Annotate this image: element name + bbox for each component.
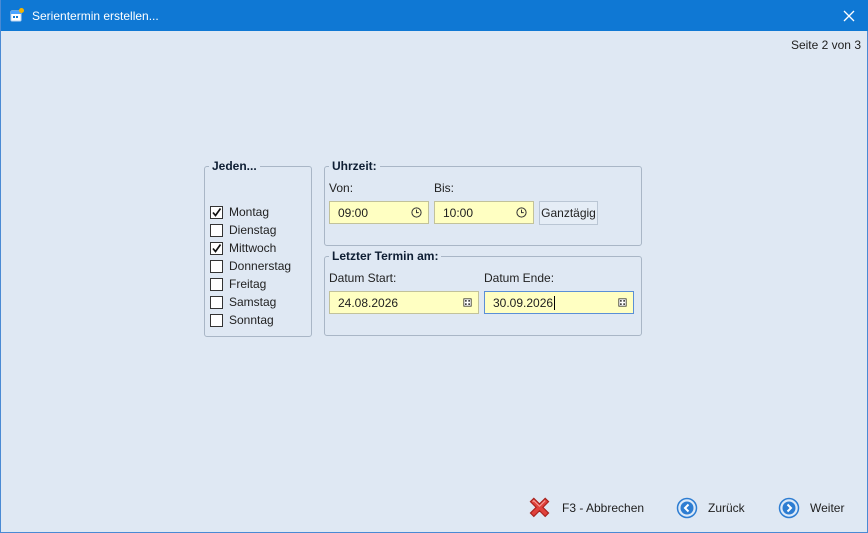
allday-button[interactable]: Ganztägig	[539, 201, 598, 225]
close-icon	[843, 10, 855, 21]
weekday-checkbox-freitag[interactable]: Freitag	[210, 276, 266, 292]
checkbox[interactable]	[210, 313, 223, 327]
calendar-icon[interactable]	[463, 298, 472, 307]
checkbox[interactable]	[210, 259, 223, 273]
checkmark-icon	[212, 207, 222, 217]
checkbox[interactable]	[210, 277, 223, 291]
weekday-label: Sonntag	[229, 313, 274, 327]
cancel-button[interactable]: F3 - Abbrechen	[527, 496, 644, 520]
start-date-value: 24.08.2026	[338, 295, 399, 310]
date-legend: Letzter Termin am:	[332, 249, 439, 263]
from-time-field[interactable]: 09:00	[329, 201, 429, 224]
close-button[interactable]	[829, 0, 868, 31]
next-label: Weiter	[810, 501, 845, 515]
from-time-value: 09:00	[338, 205, 369, 220]
page-indicator: Seite 2 von 3	[790, 38, 861, 52]
to-time-field[interactable]: 10:00	[434, 201, 534, 224]
end-date-field[interactable]: 30.09.2026	[484, 291, 634, 314]
weekday-label: Dienstag	[229, 223, 277, 237]
checkbox[interactable]	[210, 205, 223, 219]
cancel-label: F3 - Abbrechen	[562, 501, 645, 515]
end-date-value: 30.09.2026	[493, 295, 554, 310]
weekday-checkbox-dienstag[interactable]: Dienstag	[210, 222, 276, 238]
start-date-label: Datum Start:	[329, 271, 397, 285]
back-button[interactable]: Zurück	[676, 496, 745, 520]
arrow-left-icon	[676, 497, 698, 519]
weekdays-legend: Jeden...	[212, 159, 257, 173]
end-date-label: Datum Ende:	[484, 271, 555, 285]
start-date-field[interactable]: 24.08.2026	[329, 291, 479, 314]
weekday-label: Samstag	[229, 295, 277, 309]
text-caret	[554, 295, 556, 310]
checkbox[interactable]	[210, 241, 223, 255]
weekday-label: Montag	[229, 205, 270, 219]
next-button[interactable]: Weiter	[778, 496, 844, 520]
weekdays-group: Jeden... Montag Dienstag Mittwoch Donnersta…	[204, 159, 312, 337]
arrow-right-icon	[778, 497, 800, 519]
weekday-checkbox-montag[interactable]: Montag	[210, 204, 269, 220]
dialog-window: Serientermin erstellen... Seite 2 von 3 …	[0, 0, 868, 533]
to-label: Bis:	[434, 181, 455, 195]
weekday-checkbox-donnerstag[interactable]: Donnerstag	[210, 258, 291, 274]
to-time-value: 10:00	[443, 205, 474, 220]
from-label: Von:	[329, 181, 354, 195]
weekday-label: Mittwoch	[229, 241, 277, 255]
calendar-icon[interactable]	[618, 298, 627, 307]
time-legend: Uhrzeit:	[332, 159, 377, 173]
weekday-label: Freitag	[229, 277, 267, 291]
title-bar: Serientermin erstellen...	[1, 0, 868, 31]
weekday-checkbox-sonntag[interactable]: Sonntag	[210, 312, 274, 328]
cancel-x-icon	[529, 496, 550, 517]
back-label: Zurück	[708, 501, 745, 515]
weekday-checkbox-mittwoch[interactable]: Mittwoch	[210, 240, 276, 256]
window-title: Serientermin erstellen...	[32, 9, 159, 23]
clock-icon[interactable]	[516, 207, 527, 218]
checkbox[interactable]	[210, 295, 223, 309]
weekday-checkbox-samstag[interactable]: Samstag	[210, 294, 276, 310]
clock-icon[interactable]	[411, 207, 422, 218]
checkmark-icon	[212, 243, 222, 253]
weekday-label: Donnerstag	[229, 259, 292, 273]
checkbox[interactable]	[210, 223, 223, 237]
app-icon	[10, 8, 24, 22]
